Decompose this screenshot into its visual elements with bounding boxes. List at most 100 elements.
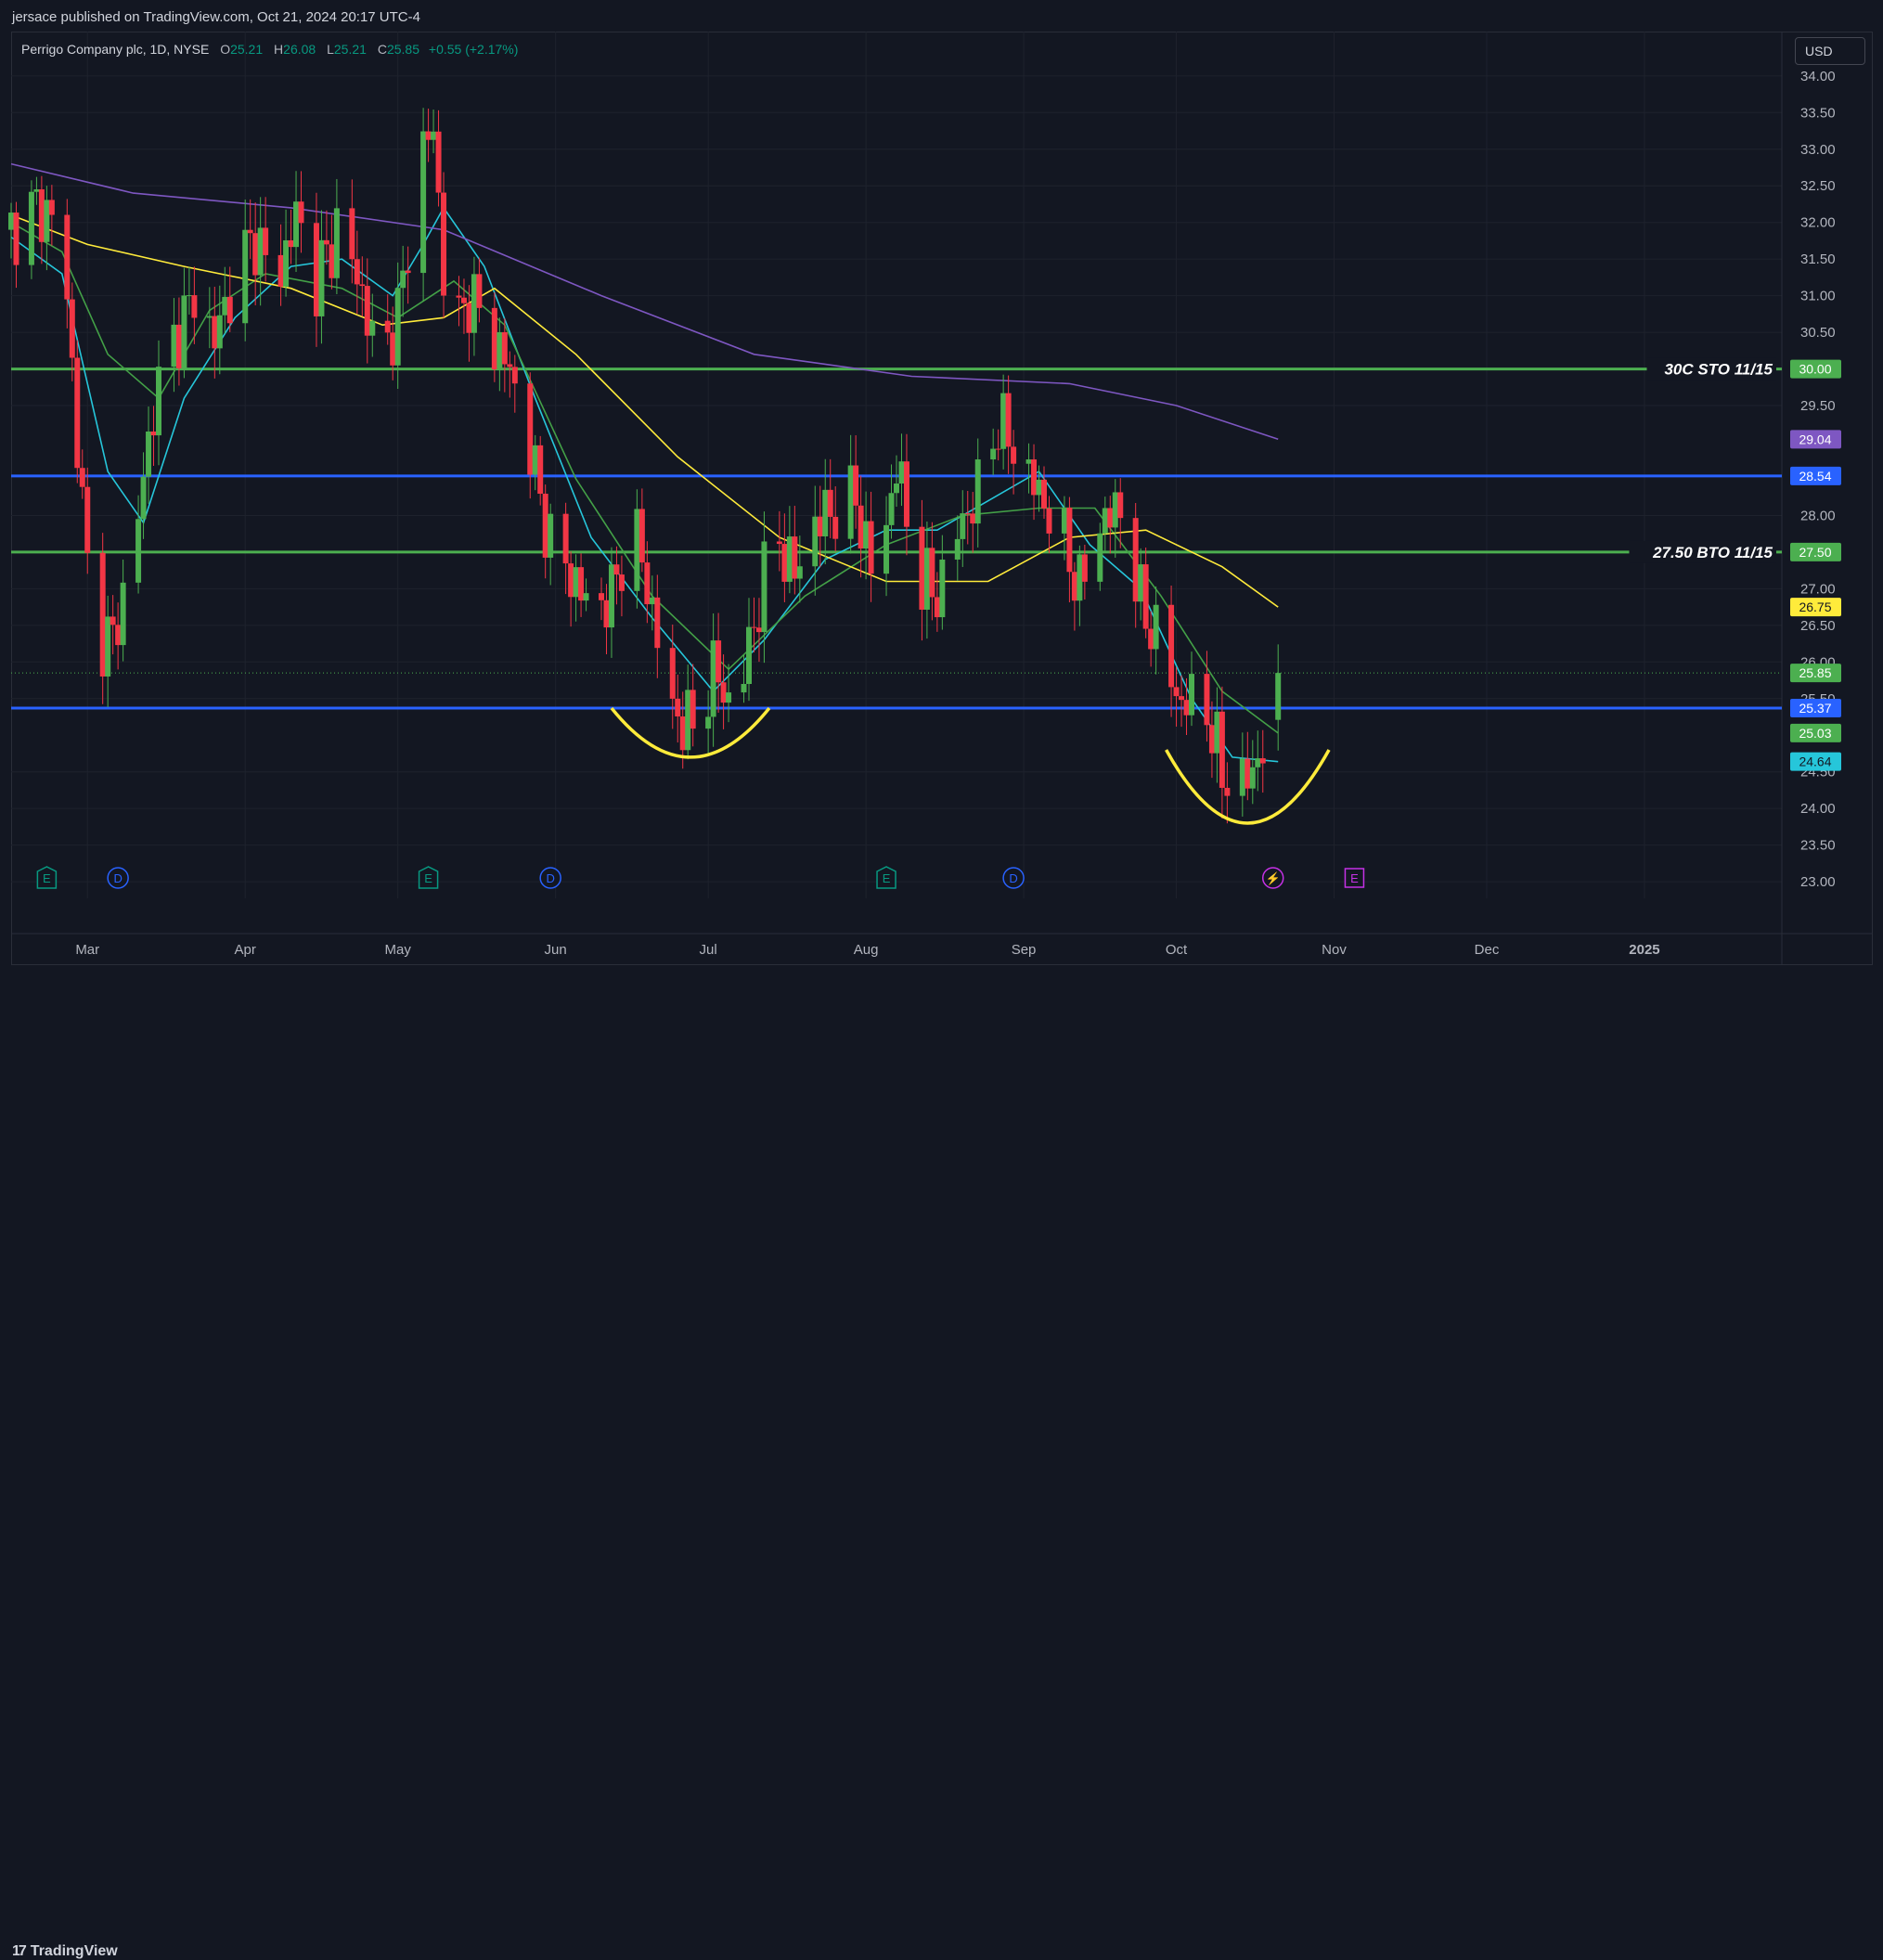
- time-axis-label: May: [385, 942, 412, 958]
- price-tag-value: 24.64: [1799, 754, 1831, 769]
- candle-body: [247, 229, 253, 234]
- candle-body: [1179, 696, 1185, 701]
- candle-body: [990, 448, 997, 460]
- price-tag-value: 30.00: [1799, 362, 1831, 377]
- time-axis-label: Jul: [700, 942, 717, 958]
- candle-body: [710, 640, 716, 717]
- candle-body: [1275, 673, 1282, 720]
- tradingview-logo-icon: 17: [12, 1943, 27, 1959]
- candle-body: [242, 229, 249, 324]
- candle-body: [939, 559, 946, 618]
- candle-body: [919, 526, 925, 610]
- candle-body: [1183, 700, 1190, 716]
- candle-body: [995, 448, 1001, 450]
- candle-body: [796, 566, 803, 579]
- moving-average-line: [10, 222, 1279, 734]
- candle-body: [323, 239, 329, 245]
- candle-body: [1204, 674, 1210, 726]
- candle-body: [263, 227, 269, 255]
- candle-body: [970, 513, 976, 524]
- moving-average-line: [10, 206, 1279, 763]
- candle-body: [863, 521, 870, 549]
- candle-body: [603, 600, 610, 628]
- candle-body: [175, 324, 182, 368]
- price-tag-value: 25.37: [1799, 701, 1831, 716]
- candle-body: [497, 331, 503, 370]
- candle-body: [898, 461, 905, 484]
- candle-body: [532, 445, 538, 475]
- candle-body: [69, 299, 75, 358]
- candle-body: [690, 690, 696, 729]
- candle-body: [562, 513, 569, 564]
- price-axis-label: 34.00: [1800, 69, 1836, 84]
- candle-body: [618, 574, 625, 591]
- symbol-legend: Perrigo Company plc, 1D, NYSE O25.21 H26…: [21, 42, 518, 57]
- low-value: 25.21: [333, 42, 367, 57]
- candle-body: [460, 297, 467, 303]
- candle-body: [781, 544, 788, 582]
- candle-body: [1071, 572, 1077, 601]
- candle-body: [1061, 508, 1067, 534]
- candle-body: [171, 324, 177, 368]
- candle-body: [1031, 459, 1038, 496]
- candle-body: [64, 214, 71, 300]
- candle-body: [542, 494, 548, 558]
- event-marker-letter: D: [546, 871, 554, 885]
- candle-body: [527, 383, 534, 475]
- candle-body: [471, 274, 477, 333]
- candle-body: [1249, 767, 1256, 789]
- candle-body: [44, 200, 50, 242]
- candle-body: [212, 316, 218, 349]
- candle-body: [48, 200, 55, 215]
- candle-body: [354, 259, 360, 285]
- candle-body: [786, 536, 793, 582]
- candle-body: [669, 648, 676, 699]
- candle-body: [960, 513, 966, 539]
- candle-body: [776, 541, 782, 545]
- candle-body: [115, 625, 122, 646]
- tradingview-brand: TradingView: [30, 1943, 118, 1959]
- candle-body: [853, 465, 859, 506]
- candle-body: [400, 270, 406, 289]
- price-chart[interactable]: 30C STO 11/15 27.50 BTO 11/15 E D E D E D ⚡ E 34.0…: [0, 0, 1883, 965]
- price-axis-label: 30.50: [1800, 325, 1836, 341]
- candle-body: [649, 597, 655, 605]
- price-axis-label: 27.00: [1800, 581, 1836, 597]
- candle-body: [903, 461, 909, 527]
- candle-body: [288, 239, 294, 248]
- candle-body: [1066, 508, 1073, 573]
- candle-body: [1214, 711, 1220, 754]
- candle-body: [38, 189, 45, 242]
- candle-body: [405, 270, 411, 274]
- candle-body: [1102, 508, 1108, 534]
- price-tag-value: 26.75: [1799, 600, 1831, 614]
- candle-body: [476, 274, 483, 308]
- candle-body: [929, 548, 935, 598]
- currency-button[interactable]: USD: [1795, 37, 1865, 65]
- candle-body: [99, 552, 106, 677]
- candle-body: [216, 315, 223, 349]
- candle-body: [934, 597, 940, 618]
- candle-body: [675, 698, 681, 717]
- candle-body: [105, 616, 111, 677]
- candle-body: [812, 516, 819, 567]
- price-tag-value: 25.85: [1799, 665, 1831, 680]
- price-tag-value: 25.03: [1799, 726, 1831, 741]
- candle-body: [634, 509, 640, 591]
- candle-body: [792, 536, 798, 579]
- price-axis-label: 31.50: [1800, 251, 1836, 267]
- candle-body: [435, 131, 442, 193]
- level-label: 27.50 BTO 11/15: [1652, 544, 1773, 561]
- candle-body: [466, 303, 472, 333]
- time-axis-label: Sep: [1012, 942, 1037, 958]
- candle-body: [573, 567, 579, 598]
- candle-body: [120, 582, 126, 646]
- candle-body: [827, 489, 833, 517]
- price-axis-label: 23.50: [1800, 838, 1836, 854]
- candle-body: [894, 484, 899, 494]
- tradingview-logo[interactable]: 17 TradingView: [12, 1943, 118, 1960]
- price-axis-label: 33.00: [1800, 142, 1836, 158]
- candle-body: [150, 431, 157, 436]
- candle-body: [359, 284, 366, 287]
- high-key: H: [274, 42, 284, 57]
